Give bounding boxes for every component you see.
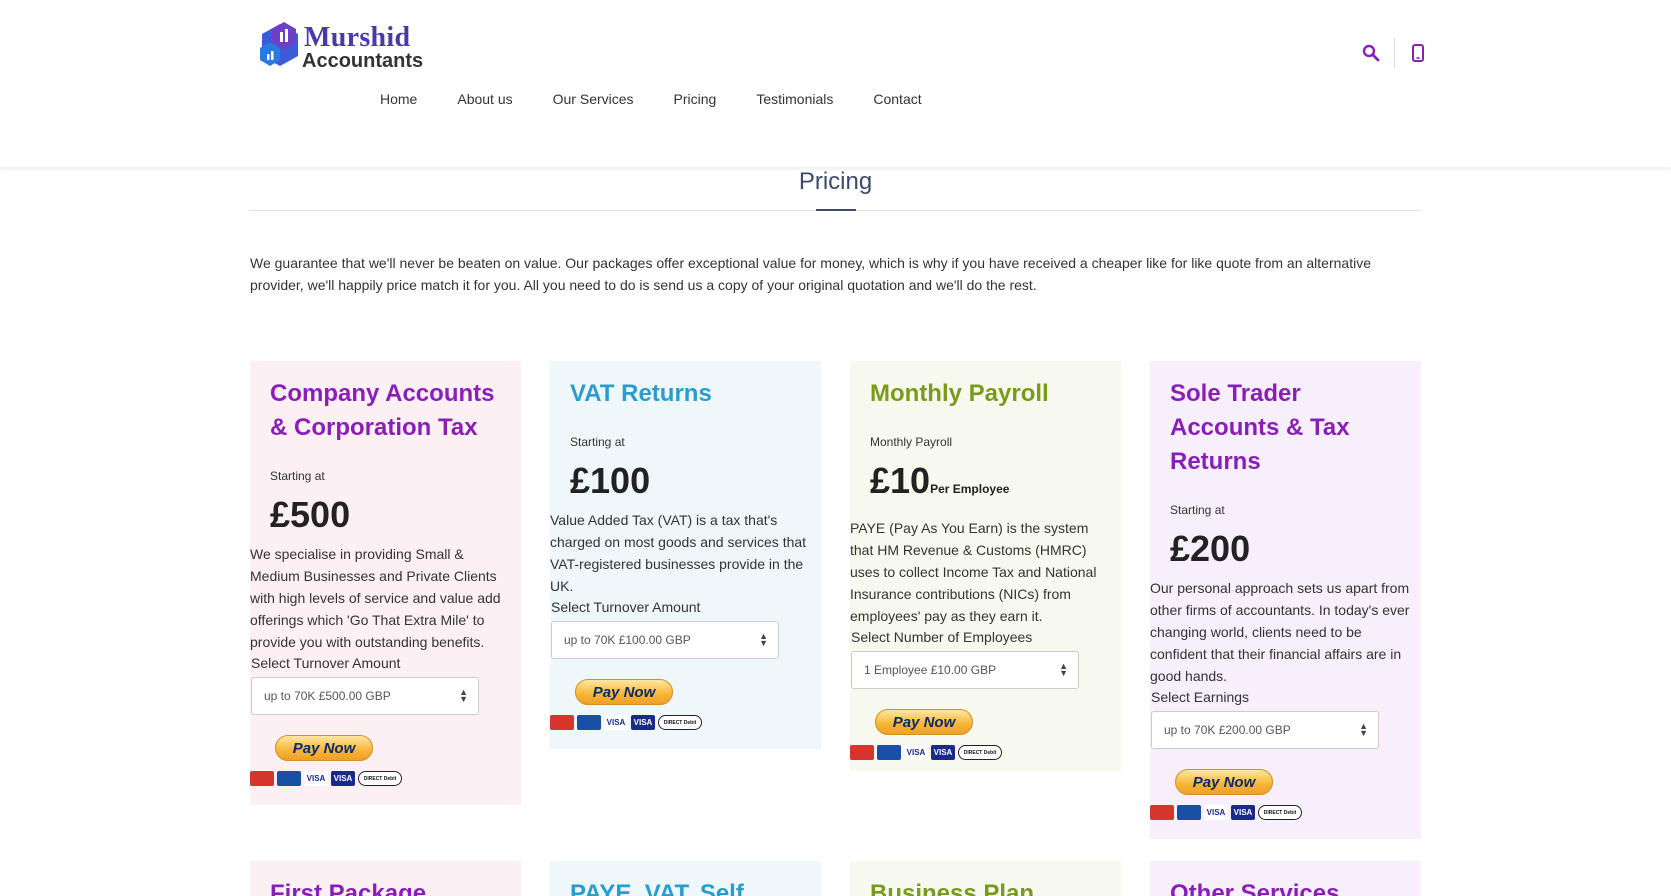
nav-our-services[interactable]: Our Services: [553, 91, 634, 107]
card-title: Company Accounts & Corporation Tax: [270, 380, 495, 441]
page-title: Pricing: [798, 168, 873, 195]
card-price-caption: Starting at: [270, 469, 325, 483]
visa-icon: VISA: [1204, 805, 1228, 820]
mastercard-icon: [550, 715, 574, 730]
header-divider: [1394, 38, 1395, 68]
direct-debit-icon: DIRECT Debit: [1258, 805, 1302, 820]
mastercard-icon: [250, 771, 274, 786]
pay-now-button[interactable]: Pay Now: [575, 679, 673, 705]
nav-contact[interactable]: Contact: [873, 91, 921, 107]
pay-now-button[interactable]: Pay Now: [875, 709, 973, 735]
nav-testimonials[interactable]: Testimonials: [756, 91, 833, 107]
direct-debit-icon: DIRECT Debit: [358, 771, 402, 786]
pricing-intro: We guarantee that we'll never be beaten …: [250, 255, 1371, 293]
mastercard-icon: [1150, 805, 1174, 820]
logo-hexagon-icon: [260, 22, 298, 66]
pricing-card-business-plan: Business Plan: [850, 861, 1121, 896]
select-label: Select Turnover Amount: [251, 655, 401, 671]
card-price: £500: [250, 493, 521, 537]
maestro-icon: [877, 745, 901, 760]
pay-now-button[interactable]: Pay Now: [275, 735, 373, 761]
mobile-phone-icon[interactable]: [1403, 39, 1433, 67]
earnings-select[interactable]: up to 70K £200.00 GBP ▲ ▼: [1151, 711, 1379, 749]
select-label: Select Earnings: [1151, 689, 1250, 705]
pricing-card-first-package: First Package: [250, 861, 521, 896]
paypal-pay-area: Pay Now VISA VISA DIRECT Debit: [1150, 769, 1421, 820]
visa-icon: VISA: [604, 715, 628, 730]
card-price: £100: [550, 459, 821, 503]
main-nav: Home About us Our Services Pricing Testi…: [380, 91, 962, 107]
payment-cards-icons: VISA VISA DIRECT Debit: [1150, 805, 1302, 820]
turnover-select[interactable]: up to 70K £500.00 GBP ▲ ▼: [251, 677, 479, 715]
employees-select[interactable]: 1 Employee £10.00 GBP ▲ ▼: [851, 651, 1079, 689]
card-title: Sole Trader Accounts & Tax Returns: [1170, 380, 1350, 475]
visa-icon: VISA: [904, 745, 928, 760]
visa-electron-icon: VISA: [331, 771, 355, 786]
direct-debit-icon: DIRECT Debit: [658, 715, 702, 730]
direct-debit-icon: DIRECT Debit: [958, 745, 1002, 760]
pricing-card-vat-returns: VAT Returns Starting at £100 Value Added…: [550, 361, 821, 749]
visa-electron-icon: VISA: [1231, 805, 1255, 820]
header-actions: [1356, 38, 1433, 68]
card-title: PAYE, VAT, Self: [570, 880, 744, 896]
price-amount: £100: [570, 460, 651, 501]
card-description: Value Added Tax (VAT) is a tax that's ch…: [550, 512, 807, 594]
maestro-icon: [1177, 805, 1201, 820]
select-arrows-icon: ▲ ▼: [1059, 661, 1068, 678]
price-amount: £200: [1170, 528, 1251, 569]
card-title: Business Plan: [870, 880, 1035, 896]
payment-cards-icons: VISA VISA DIRECT Debit: [550, 715, 702, 730]
select-arrows-icon: ▲ ▼: [1359, 721, 1368, 738]
card-title: Monthly Payroll: [870, 380, 1049, 407]
card-description: We specialise in providing Small & Mediu…: [250, 546, 501, 650]
card-price: £10Per Employee: [850, 459, 1121, 511]
paypal-pay-area: Pay Now VISA VISA DIRECT Debit: [550, 679, 821, 730]
select-value: up to 70K £200.00 GBP: [1164, 723, 1291, 737]
card-title: Other Services: [1170, 880, 1340, 896]
nav-about-us[interactable]: About us: [457, 91, 512, 107]
select-label: Select Turnover Amount: [551, 599, 701, 615]
select-arrows-icon: ▲ ▼: [459, 687, 468, 704]
price-unit: Per Employee: [930, 482, 1010, 496]
brand-logo[interactable]: Murshid Accountants: [258, 22, 428, 72]
select-value: up to 70K £500.00 GBP: [264, 689, 391, 703]
visa-electron-icon: VISA: [631, 715, 655, 730]
card-title: First Package: [270, 880, 427, 896]
pricing-card-company-accounts: Company Accounts & Corporation Tax Start…: [250, 361, 521, 805]
maestro-icon: [277, 771, 301, 786]
price-amount: £10: [870, 460, 931, 501]
turnover-select[interactable]: up to 70K £100.00 GBP ▲ ▼: [551, 621, 779, 659]
visa-electron-icon: VISA: [931, 745, 955, 760]
site-header: Murshid Accountants Home About us Our Se…: [0, 0, 1671, 167]
nav-pricing[interactable]: Pricing: [674, 91, 717, 107]
maestro-icon: [577, 715, 601, 730]
card-price: £200: [1150, 527, 1421, 571]
title-underline: [816, 209, 856, 211]
card-description: PAYE (Pay As You Earn) is the system tha…: [850, 520, 1097, 624]
pricing-card-monthly-payroll: Monthly Payroll Monthly Payroll £10Per E…: [850, 361, 1121, 771]
card-description: Our personal approach sets us apart from…: [1150, 580, 1410, 684]
search-icon[interactable]: [1356, 39, 1386, 67]
payment-cards-icons: VISA VISA DIRECT Debit: [850, 745, 1002, 760]
card-price-caption: Starting at: [1170, 503, 1225, 517]
pay-now-button[interactable]: Pay Now: [1175, 769, 1273, 795]
card-price-caption: Starting at: [570, 435, 625, 449]
mastercard-icon: [850, 745, 874, 760]
select-value: up to 70K £100.00 GBP: [564, 633, 691, 647]
pricing-card-other-services: Other Services: [1150, 861, 1421, 896]
select-arrows-icon: ▲ ▼: [759, 631, 768, 648]
select-value: 1 Employee £10.00 GBP: [864, 663, 997, 677]
card-price-caption: Monthly Payroll: [870, 435, 953, 449]
card-title: VAT Returns: [570, 380, 712, 407]
pricing-card-paye-vat-self: PAYE, VAT, Self: [550, 861, 821, 896]
paypal-pay-area: Pay Now VISA VISA DIRECT Debit: [250, 735, 521, 786]
pricing-card-sole-trader: Sole Trader Accounts & Tax Returns Start…: [1150, 361, 1421, 839]
paypal-pay-area: Pay Now VISA VISA DIRECT Debit: [850, 709, 1121, 760]
nav-home[interactable]: Home: [380, 91, 417, 107]
select-label: Select Number of Employees: [851, 629, 1033, 645]
brand-name-line2: Accountants: [302, 50, 424, 72]
price-amount: £500: [270, 494, 351, 535]
payment-cards-icons: VISA VISA DIRECT Debit: [250, 771, 402, 786]
visa-icon: VISA: [304, 771, 328, 786]
